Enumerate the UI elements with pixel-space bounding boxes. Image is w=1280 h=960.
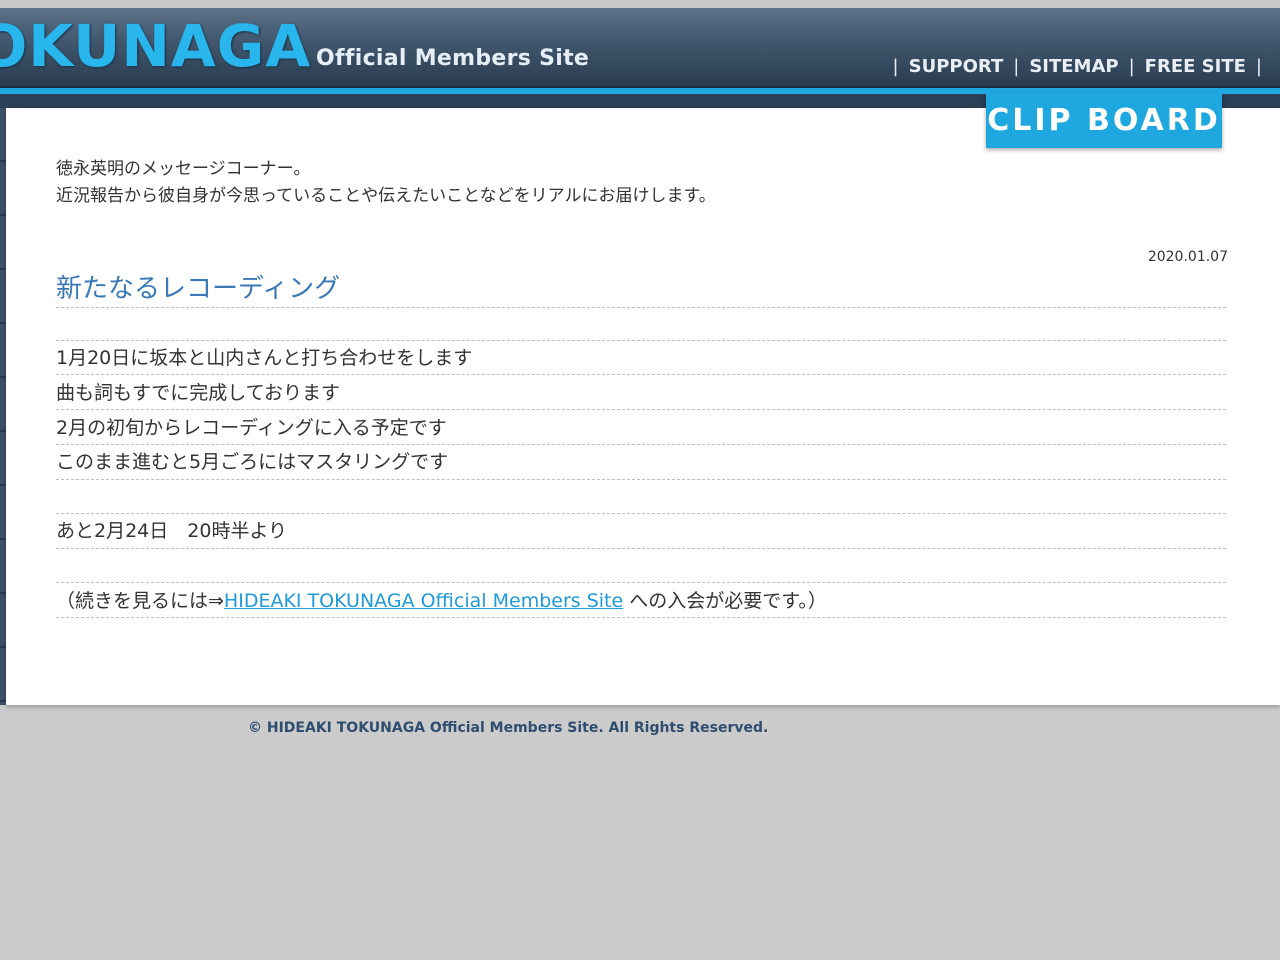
nav-free-site-link[interactable]: FREE SITE [1145,56,1246,77]
intro-line-2: 近況報告から彼自身が今思っていることや伝えたいことなどをリアルにお届けします。 [56,186,716,206]
site-header: OKUNAGA Official Members Site | SUPPORT … [0,8,1280,88]
post-line: このまま進むと5月ごろにはマスタリングです [56,451,449,473]
nav-support-link[interactable]: SUPPORT [909,56,1004,77]
site-logo[interactable]: OKUNAGA [0,14,311,78]
dashed-divider [56,548,1226,549]
members-notice-suffix: への入会が必要です。） [623,590,827,612]
post-date: 2020.01.07 [1147,249,1228,265]
members-site-link[interactable]: HIDEAKI TOKUNAGA Official Members Site [224,590,623,612]
dashed-divider [56,374,1226,375]
dashed-divider [56,444,1226,445]
dashed-divider [56,340,1226,341]
dashed-divider [56,307,1226,308]
top-nav: | SUPPORT | SITEMAP | FREE SITE | [893,56,1262,77]
dashed-divider [56,479,1226,480]
post-line: あと2月24日 20時半より [56,520,288,542]
nav-separator: | [1128,56,1135,77]
post-title: 新たなるレコーディング [56,274,341,304]
intro-line-1: 徳永英明のメッセージコーナー。 [56,159,311,179]
nav-separator: | [1255,56,1262,77]
copyright-footer: © HIDEAKI TOKUNAGA Official Members Site… [248,720,769,736]
post-line: 曲も詞もすでに完成しております [56,382,341,404]
nav-separator: | [892,56,899,77]
dashed-divider [56,582,1226,583]
nav-separator: | [1013,56,1020,77]
top-edge [0,0,1280,8]
intro-text: 徳永英明のメッセージコーナー。 近況報告から彼自身が今思っていることや伝えたいこ… [56,156,1206,210]
post-line: 2月の初旬からレコーディングに入る予定です [56,417,447,439]
clip-board-tab[interactable]: CLIP BOARD [986,94,1222,148]
dashed-divider [56,513,1226,514]
members-notice: （続きを見るには⇒HIDEAKI TOKUNAGA Official Membe… [56,588,827,614]
nav-sitemap-link[interactable]: SITEMAP [1029,56,1118,77]
members-notice-prefix: （続きを見るには⇒ [56,590,224,612]
dashed-divider [56,617,1226,618]
post-line: 1月20日に坂本と山内さんと打ち合わせをします [56,347,473,369]
dashed-divider [56,409,1226,410]
site-logo-subtitle: Official Members Site [316,46,590,71]
